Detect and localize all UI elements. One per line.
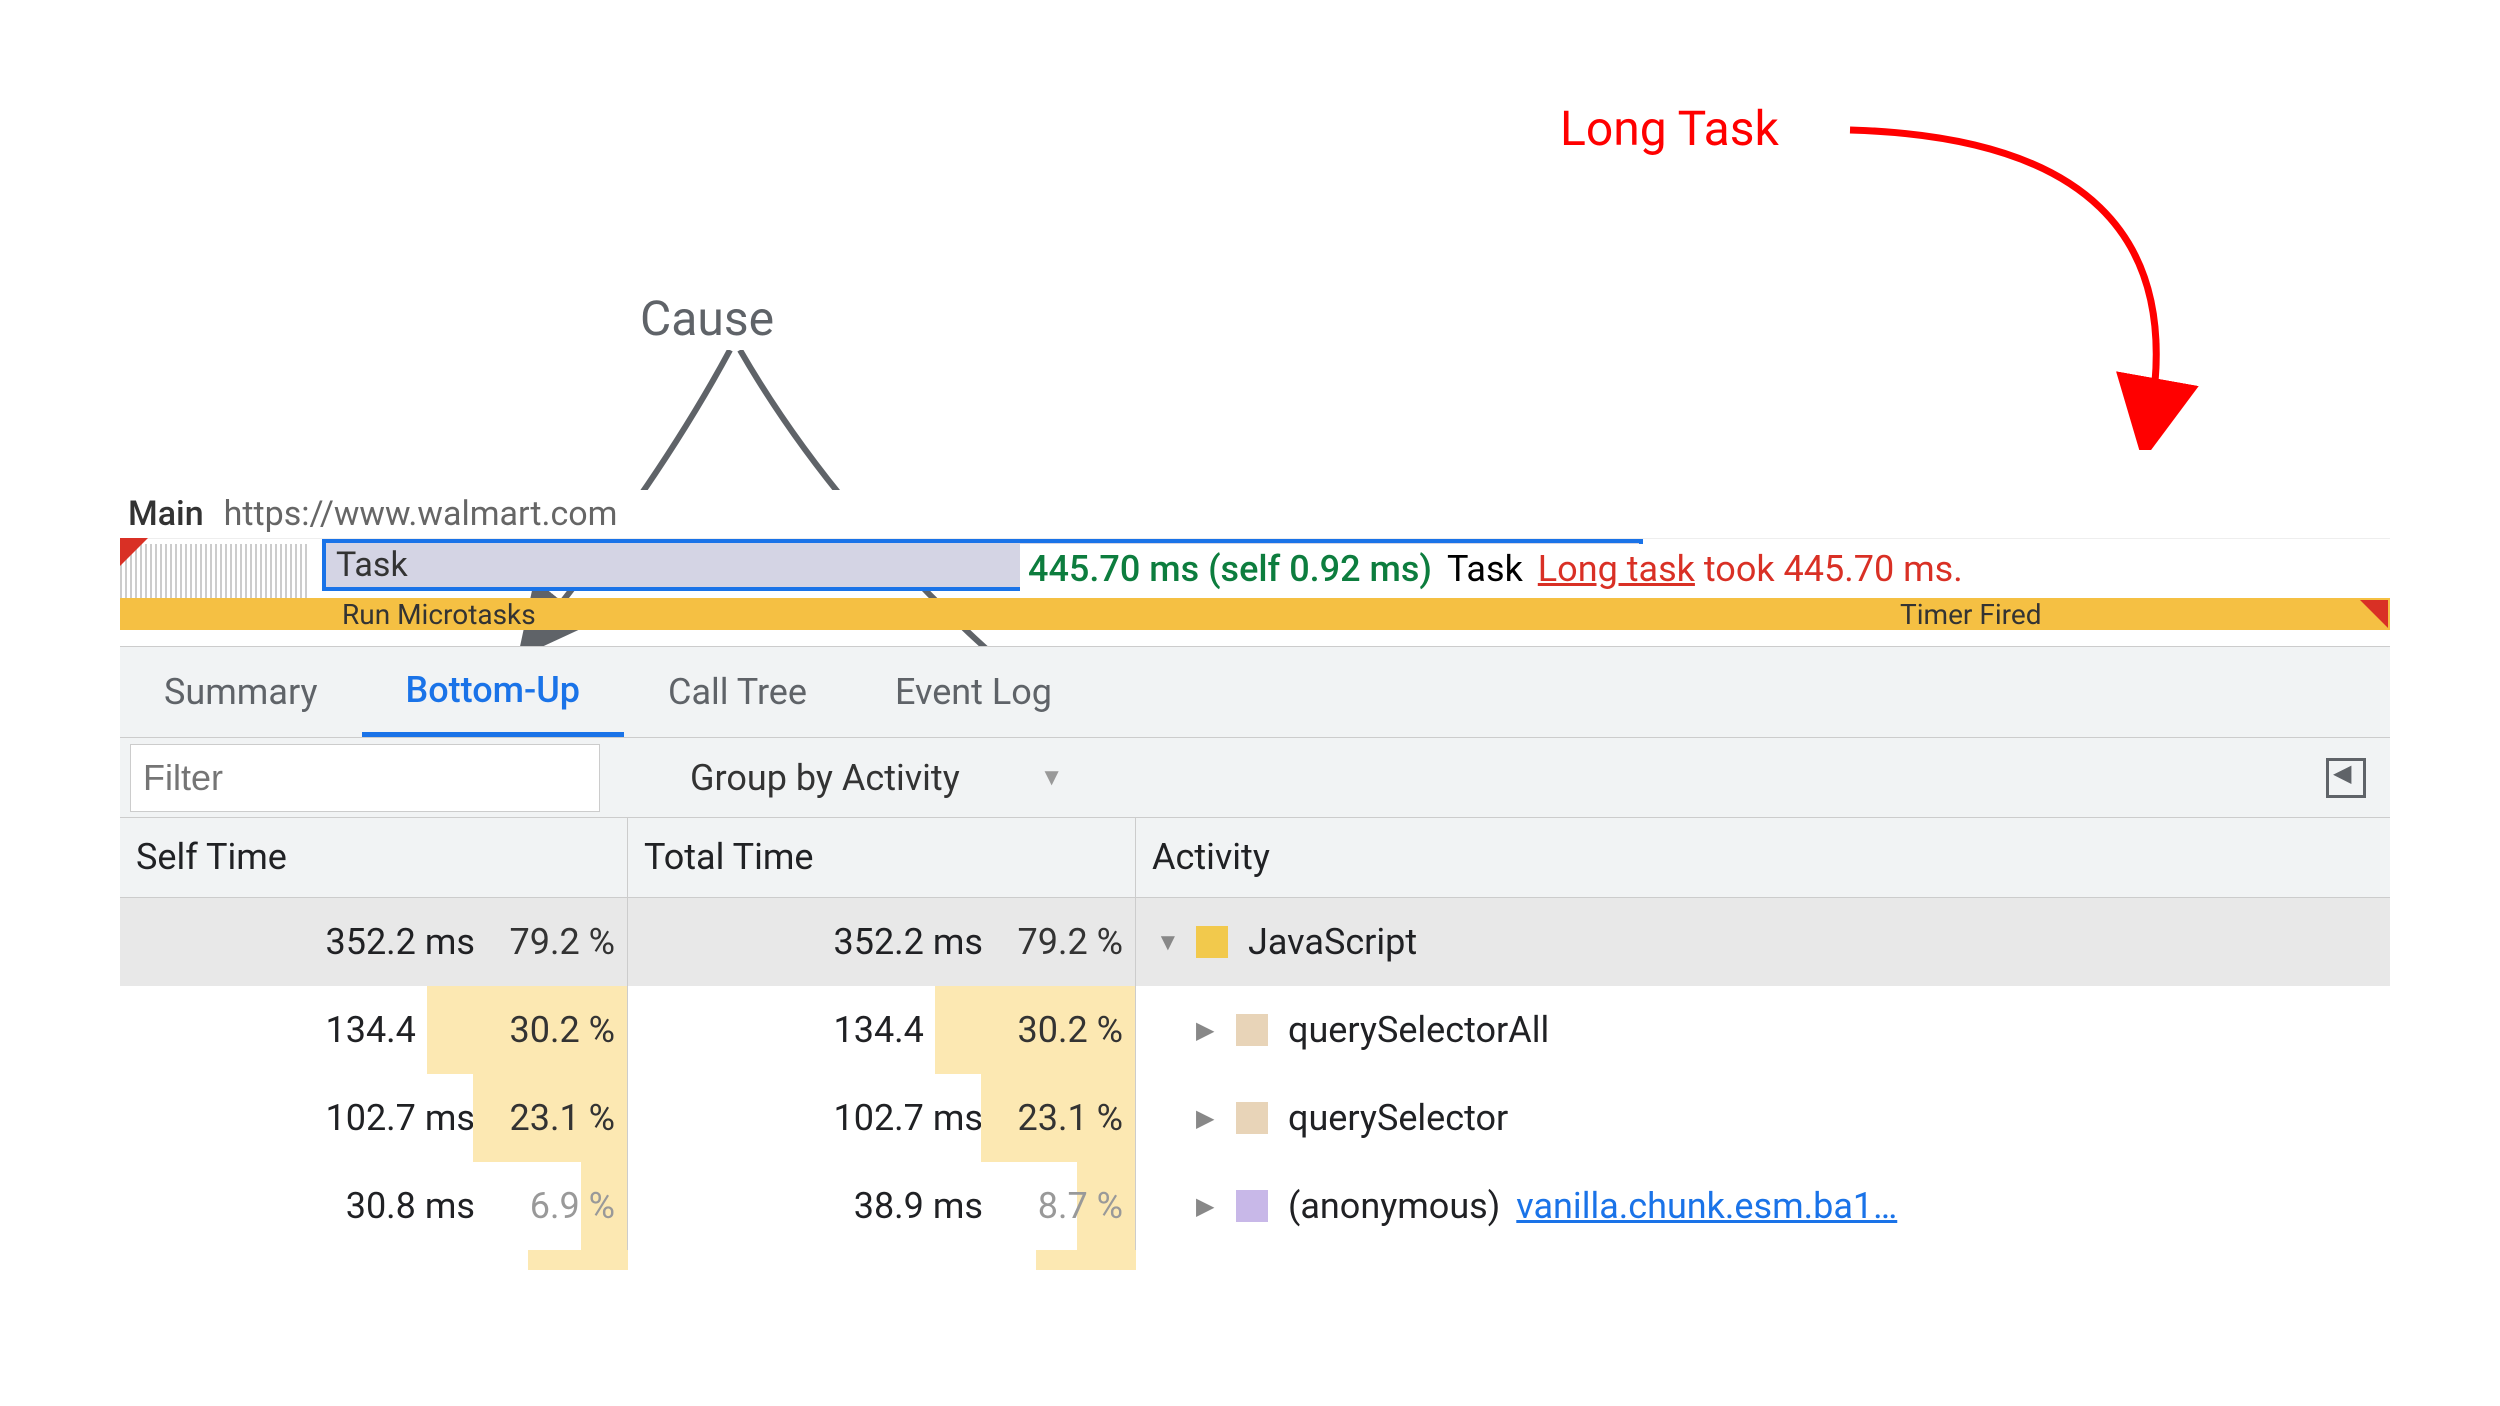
cell-self: 102.7 ms 23.1 % [120,1074,628,1162]
cell-activity: ▶ (anonymous) vanilla.chunk.esm.ba1… [1136,1162,2390,1250]
subtask-right: Timer Fired [1900,598,2042,631]
tree-toggle-icon[interactable]: ▼ [1156,928,1180,957]
self-pct-value: 6.9 % [487,1185,627,1227]
groupby-label: Group by Activity [690,757,960,799]
marker-right-icon [2360,600,2388,628]
self-pct-value: 23.1 % [487,1097,627,1139]
total-time-value: 352.2 ms [793,921,983,963]
self-time-value: 102.7 ms [285,1097,475,1139]
self-pct-value: 30.2 % [487,1009,627,1051]
tab-bottom-up[interactable]: Bottom-Up [362,647,625,737]
col-total-time[interactable]: Total Time [628,818,1136,897]
pct-bar [528,1250,628,1270]
total-pct-value: 23.1 % [995,1097,1135,1139]
cell-self: 30.8 ms 6.9 % [120,1162,628,1250]
tooltip-type: Task [1447,548,1523,590]
tree-toggle-icon[interactable]: ▶ [1196,1016,1220,1044]
total-pct-value: 79.2 % [995,921,1135,963]
self-time-value: 352.2 ms [285,921,475,963]
self-pct-value: 79.2 % [487,921,627,963]
cell-activity: ▶ querySelectorAll [1136,986,2390,1074]
cell-activity: ▼ JavaScript [1136,898,2390,986]
total-pct-value: 30.2 % [995,1009,1135,1051]
total-time-value: 38.9 ms [793,1185,983,1227]
thread-label: Main https://www.walmart.com [120,490,2390,539]
chevron-down-icon: ▼ [1040,763,1064,792]
table-row[interactable]: 30.8 ms 6.9 % 38.9 ms 8.7 % ▶ (anonymous… [120,1162,2390,1250]
table-row[interactable]: 102.7 ms 23.1 % 102.7 ms 23.1 % ▶ queryS… [120,1074,2390,1162]
timeline-header: Main https://www.walmart.com Task 445.70… [120,490,2390,640]
thread-name: Main [128,494,204,534]
cell-activity: ▶ querySelector [1136,1074,2390,1162]
subtask-row: Run Microtasks Timer Fired [120,598,2390,630]
table-body: 352.2 ms 79.2 % 352.2 ms 79.2 % ▼ JavaSc… [120,898,2390,1270]
cell-total: 134.4 ms 30.2 % [628,986,1136,1074]
tooltip-longtask-link[interactable]: Long task [1538,548,1695,590]
javascript-icon [1196,926,1228,958]
dom-method-icon [1236,1102,1268,1134]
tab-call-tree[interactable]: Call Tree [624,647,851,737]
panel-toggle-icon[interactable] [2326,758,2366,798]
pct-bar [1036,1250,1136,1270]
tooltip-suffix: took 445.70 ms. [1704,548,1963,590]
groupby-dropdown[interactable]: Group by Activity ▼ [690,757,1064,799]
table-row[interactable]: 352.2 ms 79.2 % 352.2 ms 79.2 % ▼ JavaSc… [120,898,2390,986]
self-time-value: 30.8 ms [285,1185,475,1227]
table-header: Self Time Total Time Activity [120,818,2390,898]
col-activity[interactable]: Activity [1136,818,2390,897]
anonymous-fn-icon [1236,1190,1268,1222]
activity-name: (anonymous) [1288,1185,1500,1227]
annotation-cause: Cause [640,290,774,347]
dom-method-icon [1236,1014,1268,1046]
activity-name: querySelector [1288,1097,1508,1139]
activity-name: querySelectorAll [1288,1009,1549,1051]
table-row[interactable]: 134.4 ms 30.2 % 134.4 ms 30.2 % ▶ queryS… [120,986,2390,1074]
filter-row: Group by Activity ▼ [120,738,2390,818]
tree-toggle-icon[interactable]: ▶ [1196,1192,1220,1220]
cell-total: 352.2 ms 79.2 % [628,898,1136,986]
tooltip-duration: 445.70 ms (self 0.92 ms) [1028,548,1432,590]
tab-event-log[interactable]: Event Log [851,647,1096,737]
filter-input[interactable] [130,744,600,812]
marker-left-icon [120,538,148,566]
source-link[interactable]: vanilla.chunk.esm.ba1… [1516,1185,1897,1227]
cell-total: 38.9 ms 8.7 % [628,1162,1136,1250]
cell-self: 352.2 ms 79.2 % [120,898,628,986]
col-self-time[interactable]: Self Time [120,818,628,897]
task-tooltip: 445.70 ms (self 0.92 ms) Task Long task … [1020,544,1971,594]
cell-self: 134.4 ms 30.2 % [120,986,628,1074]
activity-name: JavaScript [1248,921,1417,963]
annotation-long-task: Long Task [1560,100,1779,157]
total-time-value: 102.7 ms [793,1097,983,1139]
tab-summary[interactable]: Summary [120,647,362,737]
tabs-row: Summary Bottom-Up Call Tree Event Log [120,646,2390,738]
total-pct-value: 8.7 % [995,1185,1135,1227]
tree-toggle-icon[interactable]: ▶ [1196,1104,1220,1132]
subtask-left: Run Microtasks [342,598,536,631]
thread-url: https://www.walmart.com [224,494,618,534]
cell-total: 102.7 ms 23.1 % [628,1074,1136,1162]
